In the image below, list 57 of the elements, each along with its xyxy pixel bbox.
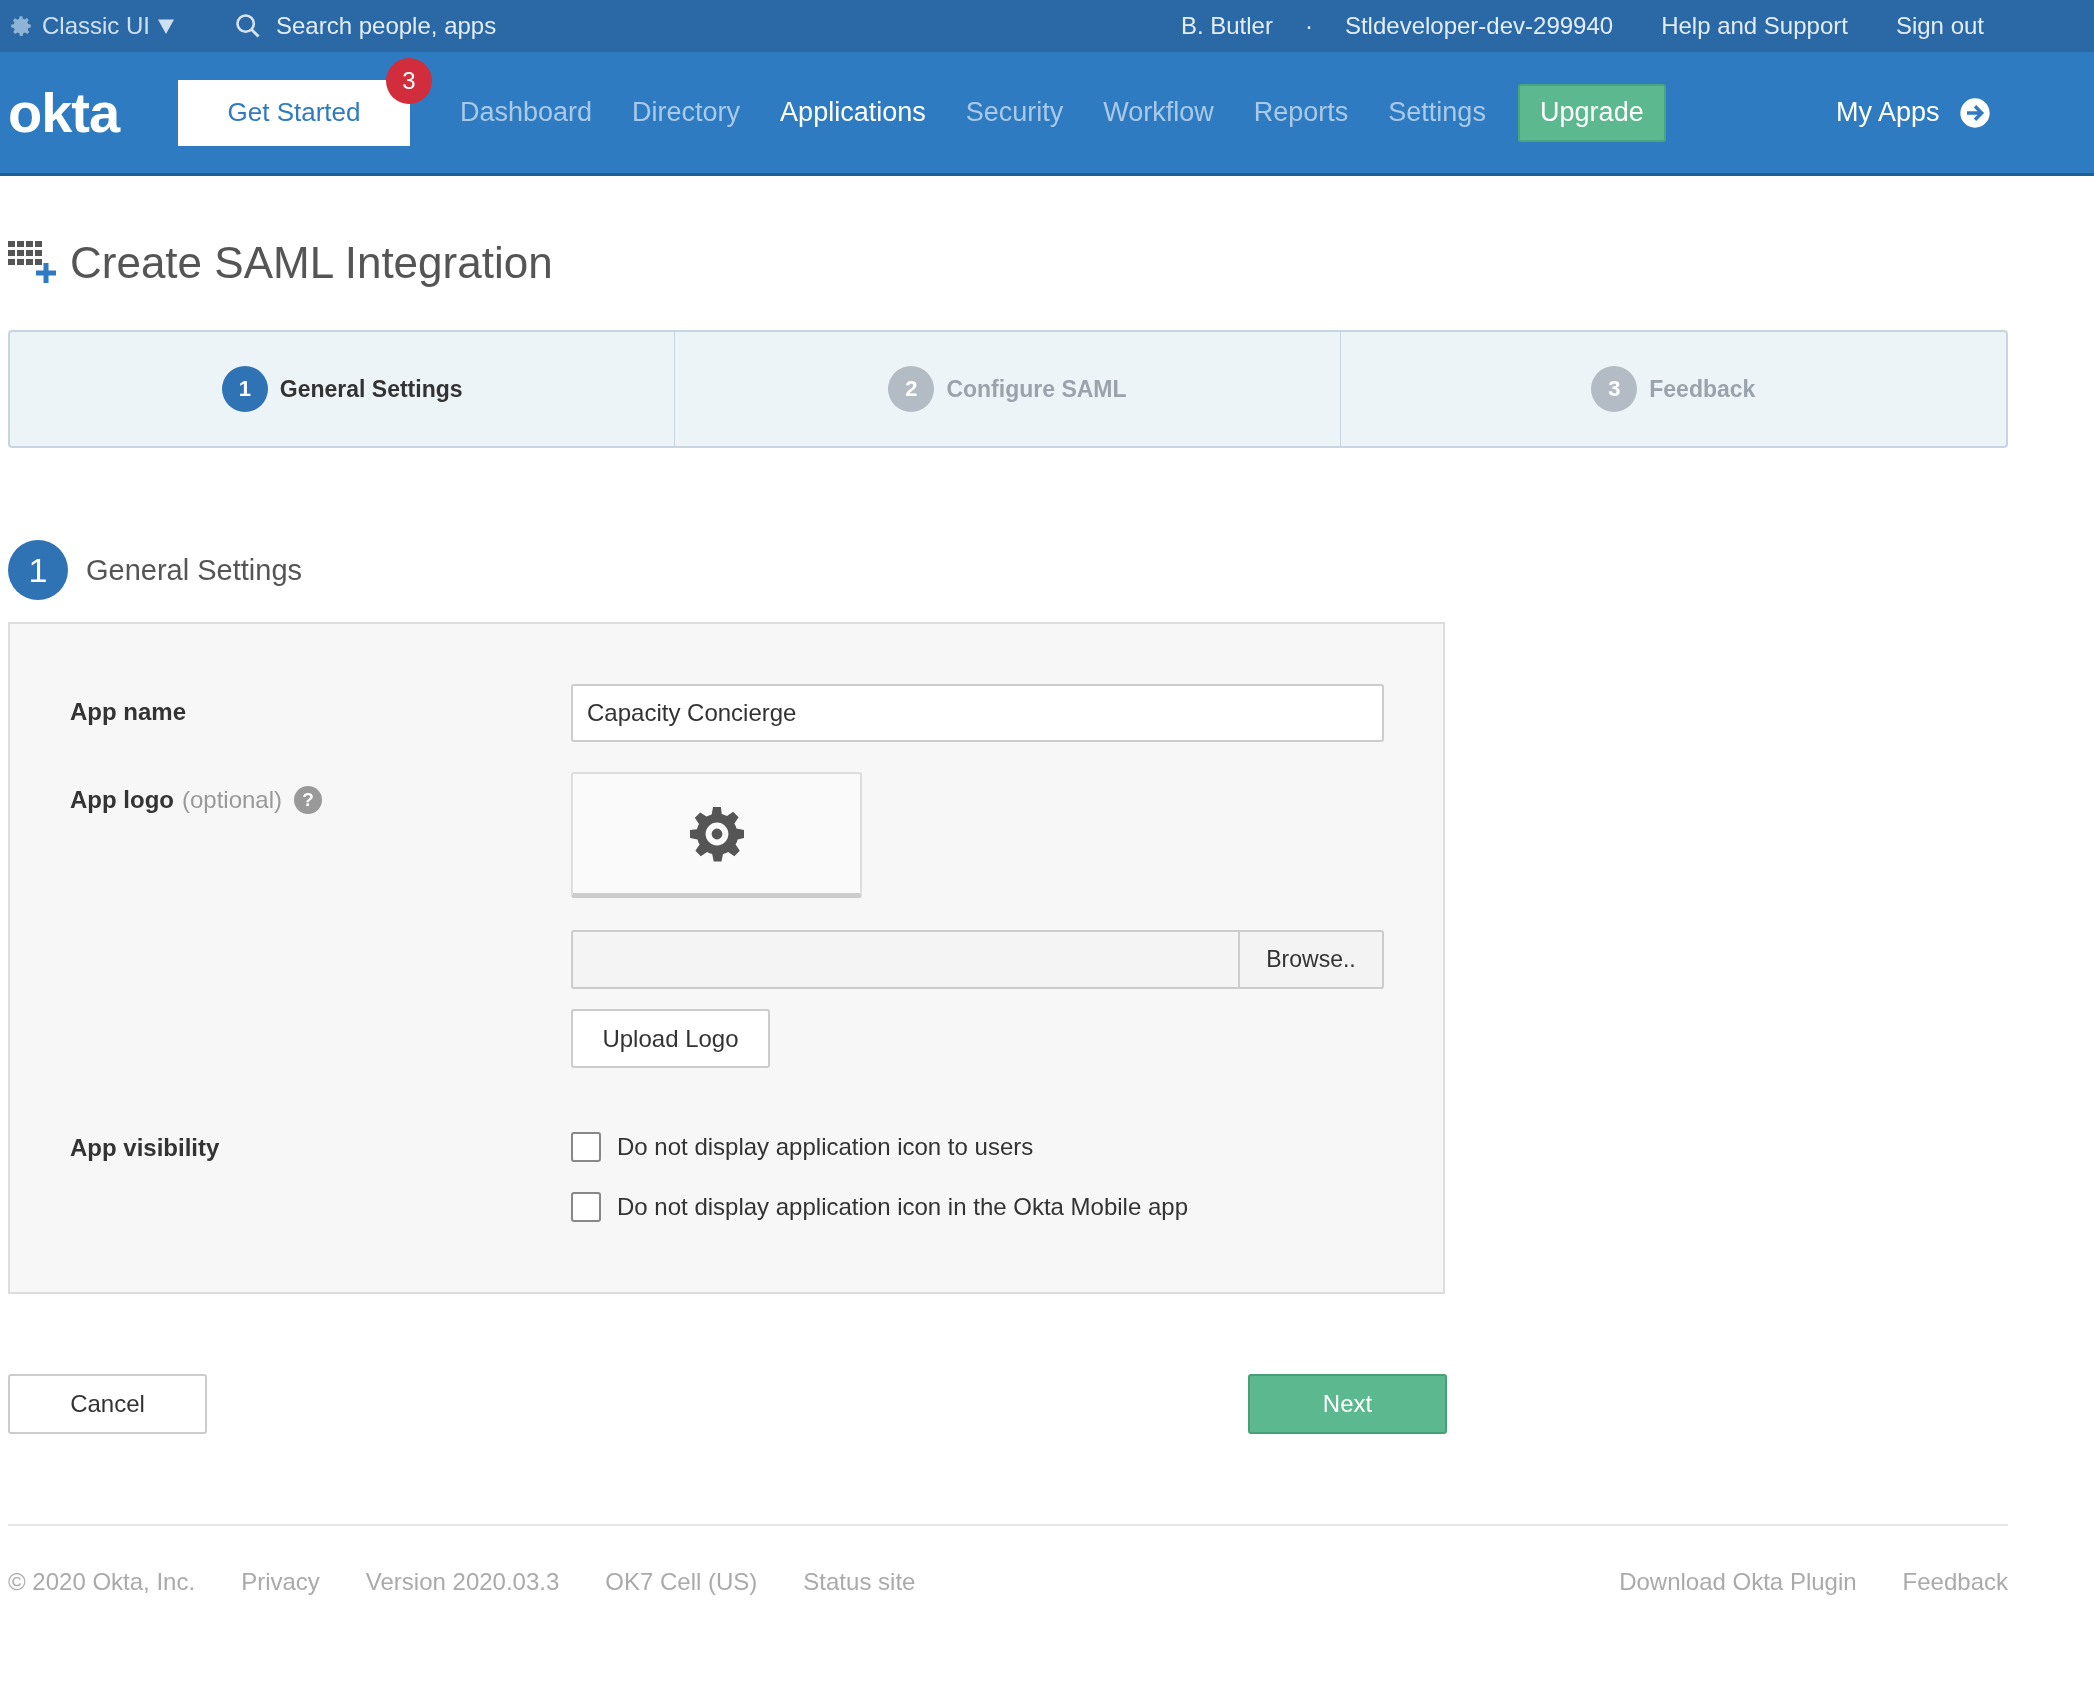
page-title: Create SAML Integration: [70, 238, 553, 288]
field-label: App visibility: [70, 1133, 221, 1162]
step-number: 2: [888, 366, 935, 412]
classic-ui-menu[interactable]: Classic UI: [8, 12, 174, 40]
top-link[interactable]: Sign out: [1895, 12, 1984, 40]
optional-hint: (optional): [181, 786, 283, 814]
copyright-text: © 2020 Okta, Inc.: [8, 1568, 196, 1596]
checkbox-label[interactable]: Do not display application icon to users: [617, 1133, 1034, 1161]
wizard-step[interactable]: 2 Configure SAML: [675, 332, 1341, 446]
field-label: App name: [70, 697, 187, 726]
footer-link[interactable]: Version 2020.03.3: [365, 1568, 560, 1596]
arrow-circle-icon: [1959, 96, 1992, 129]
checkbox[interactable]: [571, 1132, 601, 1162]
footer-link[interactable]: Feedback: [1902, 1568, 2008, 1596]
footer-link[interactable]: OK7 Cell (US): [605, 1568, 758, 1596]
nav-tab[interactable]: Dashboard: [460, 97, 593, 128]
gear-icon: [8, 13, 34, 39]
checkbox-label[interactable]: Do not display application icon in the Okta Mobile app: [617, 1193, 1188, 1221]
my-apps-link[interactable]: My Apps: [1835, 97, 1940, 128]
nav-tab[interactable]: Directory: [632, 97, 741, 128]
step-number: 3: [1591, 366, 1638, 412]
wizard-step[interactable]: 1 General Settings: [10, 332, 676, 446]
nav-tab[interactable]: Security: [965, 97, 1064, 128]
footer-link[interactable]: Download Okta Plugin: [1619, 1568, 1857, 1596]
step-label: Configure SAML: [946, 375, 1127, 403]
nav-tab[interactable]: Settings: [1388, 97, 1486, 128]
app-name-field[interactable]: Capacity Concierge: [571, 684, 1384, 742]
nav-tab[interactable]: Reports: [1253, 97, 1349, 128]
browse-button[interactable]: Browse..: [1238, 930, 1384, 989]
nav-tab[interactable]: Workflow: [1103, 97, 1214, 128]
checkbox[interactable]: [571, 1192, 601, 1222]
nav-tab[interactable]: Applications: [780, 97, 926, 128]
step-label: Feedback: [1649, 375, 1756, 403]
upgrade-button[interactable]: Upgrade: [1517, 83, 1666, 142]
section-title: General Settings: [86, 553, 302, 587]
search-field[interactable]: Search people, apps: [234, 11, 578, 41]
caret-icon: [158, 18, 174, 34]
step-label: General Settings: [279, 375, 463, 403]
separator-dot: ·: [1304, 12, 1313, 40]
user-name[interactable]: B. Butler: [1180, 12, 1273, 40]
section-number: 1: [8, 540, 68, 600]
help-icon[interactable]: ?: [294, 786, 323, 814]
file-path-field[interactable]: [571, 930, 1238, 989]
next-button[interactable]: Next: [1248, 1374, 1447, 1434]
notification-badge: 3: [386, 57, 432, 104]
logo[interactable]: okta: [8, 80, 178, 145]
search-icon: [234, 12, 262, 40]
wizard-step[interactable]: 3 Feedback: [1340, 332, 2006, 446]
field-label: App logo: [70, 786, 174, 814]
org-name: Stldeveloper-dev-299940: [1344, 12, 1614, 40]
cancel-button[interactable]: Cancel: [8, 1374, 207, 1434]
step-number: 1: [221, 366, 268, 412]
footer-link[interactable]: Privacy: [241, 1568, 320, 1596]
top-link[interactable]: Help and Support: [1661, 12, 1848, 40]
grid-plus-icon: [8, 241, 56, 285]
upload-logo-button[interactable]: Upload Logo: [571, 1009, 770, 1068]
footer-link[interactable]: Status site: [803, 1568, 916, 1596]
